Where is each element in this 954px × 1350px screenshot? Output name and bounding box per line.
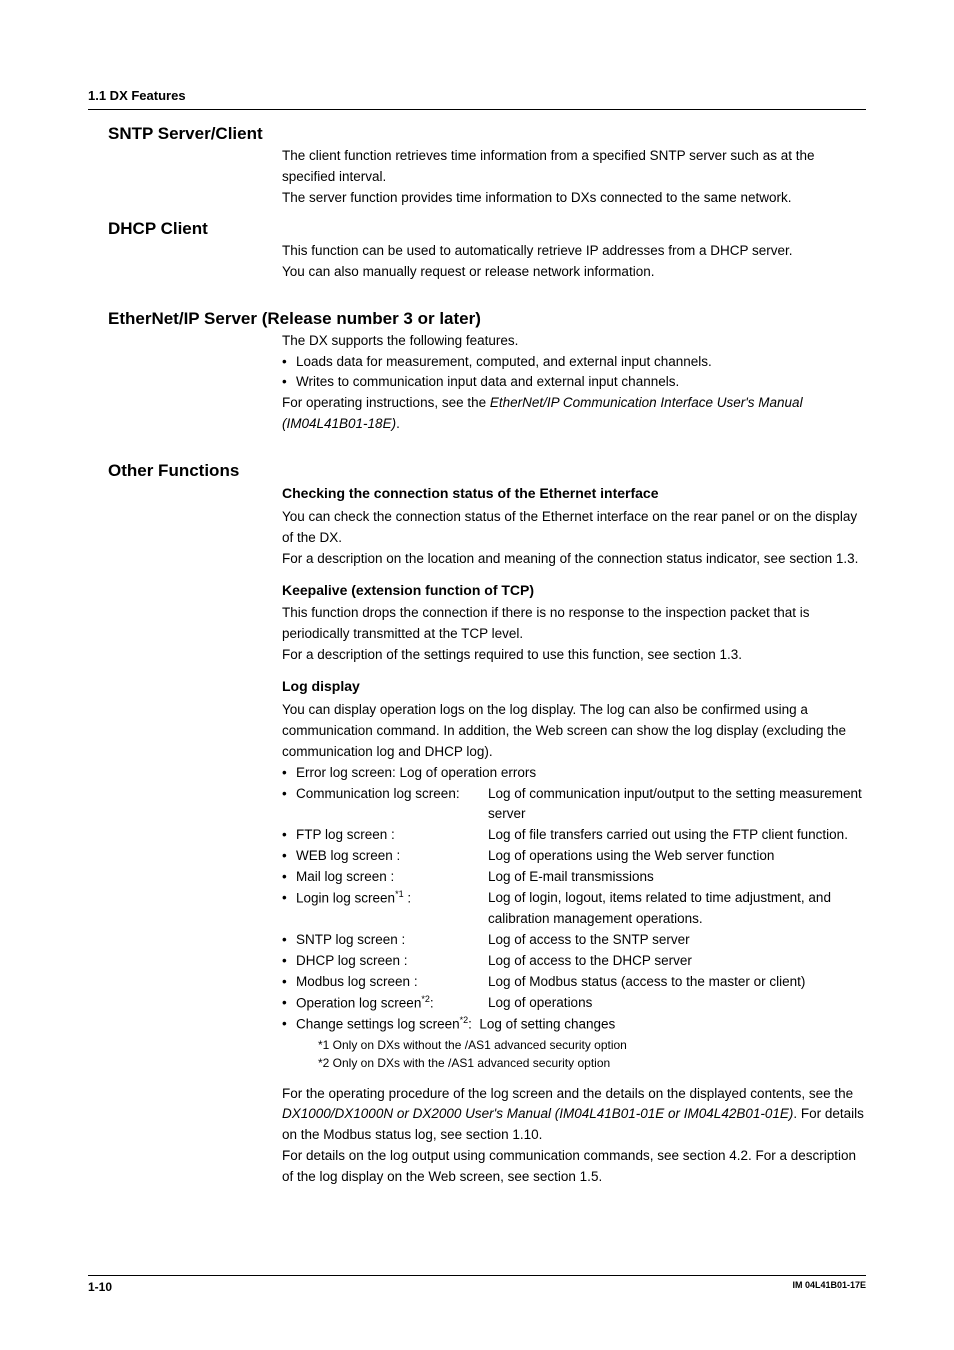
sntp-content: The client function retrieves time infor… — [282, 146, 866, 209]
doc-id: IM 04L41B01-17E — [792, 1280, 866, 1294]
keep-p2: For a description of the settings requir… — [282, 645, 866, 666]
conn-p1: You can check the connection status of t… — [282, 507, 866, 549]
bullet-icon: • — [282, 352, 296, 373]
log-item-sup: *2 — [421, 994, 430, 1004]
bullet-icon: • — [282, 888, 296, 909]
log-item-label: FTP log screen : — [296, 825, 488, 846]
ethernet-note-pre: For operating instructions, see the — [282, 395, 490, 410]
log-item: • Login log screen*1 : Log of login, log… — [282, 888, 866, 930]
log-item: • Communication log screen: Log of commu… — [282, 784, 866, 826]
ethernet-bullet-1: • Loads data for measurement, computed, … — [282, 352, 866, 373]
log-item-desc: Log of operations — [488, 993, 866, 1014]
log-item-label-text: Change settings log screen — [296, 1017, 460, 1032]
other-content: Checking the connection status of the Et… — [282, 483, 866, 1188]
conn-heading: Checking the connection status of the Et… — [282, 483, 866, 505]
log-heading: Log display — [282, 676, 866, 698]
bullet-icon: • — [282, 951, 296, 972]
ethernet-b1-text: Loads data for measurement, computed, an… — [296, 352, 712, 373]
log-item-desc: Log of access to the SNTP server — [488, 930, 866, 951]
footnote-2: *2 Only on DXs with the /AS1 advanced se… — [318, 1054, 866, 1072]
keep-heading: Keepalive (extension function of TCP) — [282, 580, 866, 602]
log-item-desc: Log of E-mail transmissions — [488, 867, 866, 888]
log-item-desc: Log of operations using the Web server f… — [488, 846, 866, 867]
log-p3: For details on the log output using comm… — [282, 1146, 866, 1188]
bullet-icon: • — [282, 763, 296, 784]
conn-p2: For a description on the location and me… — [282, 549, 866, 570]
log-item: • SNTP log screen : Log of access to the… — [282, 930, 866, 951]
page-footer: 1-10 IM 04L41B01-17E — [88, 1275, 866, 1294]
bullet-icon: • — [282, 930, 296, 951]
bullet-icon: • — [282, 784, 296, 805]
log-item: • Change settings log screen*2: Log of s… — [282, 1014, 866, 1035]
keep-p1: This function drops the connection if th… — [282, 603, 866, 645]
ethernet-bullet-2: • Writes to communication input data and… — [282, 372, 866, 393]
log-item-desc: Log of Modbus status (access to the mast… — [488, 972, 866, 993]
log-p2-pre: For the operating procedure of the log s… — [282, 1086, 853, 1101]
ethernet-title: EtherNet/IP Server (Release number 3 or … — [108, 309, 866, 329]
log-item-label: Communication log screen: — [296, 784, 488, 805]
ethernet-intro: The DX supports the following features. — [282, 331, 866, 352]
log-item-desc: Log of file transfers carried out using … — [488, 825, 866, 846]
sntp-p1: The client function retrieves time infor… — [282, 146, 866, 188]
section-label: 1.1 DX Features — [88, 88, 866, 103]
dhcp-title: DHCP Client — [108, 219, 866, 239]
log-item: • Operation log screen*2: Log of operati… — [282, 993, 866, 1014]
log-item-label: Modbus log screen : — [296, 972, 488, 993]
ethernet-content: The DX supports the following features. … — [282, 331, 866, 436]
log-item-label: SNTP log screen : — [296, 930, 488, 951]
other-title: Other Functions — [108, 461, 866, 481]
ethernet-note-post: . — [396, 416, 400, 431]
log-item: • Modbus log screen : Log of Modbus stat… — [282, 972, 866, 993]
sntp-p2: The server function provides time inform… — [282, 188, 866, 209]
header-rule — [88, 109, 866, 110]
sntp-title: SNTP Server/Client — [108, 124, 866, 144]
bullet-icon: • — [282, 972, 296, 993]
log-item: • Mail log screen : Log of E-mail transm… — [282, 867, 866, 888]
log-item-desc: Log of login, logout, items related to t… — [488, 888, 866, 930]
log-item-label-after: : — [404, 891, 412, 906]
bullet-icon: • — [282, 846, 296, 867]
log-item-label-after: : — [430, 995, 434, 1010]
footnote-1: *1 Only on DXs without the /AS1 advanced… — [318, 1036, 866, 1054]
log-item-desc-inline: Log of setting changes — [479, 1017, 615, 1032]
ethernet-b2-text: Writes to communication input data and e… — [296, 372, 679, 393]
log-item-desc: Log of communication input/output to the… — [488, 784, 866, 826]
log-item-label: Operation log screen*2: — [296, 993, 488, 1014]
bullet-icon: • — [282, 993, 296, 1014]
dhcp-p2: You can also manually request or release… — [282, 262, 866, 283]
log-item-label: Login log screen*1 : — [296, 888, 488, 909]
log-item-label: Change settings log screen*2: Log of set… — [296, 1014, 615, 1035]
bullet-icon: • — [282, 1014, 296, 1035]
footer-rule — [88, 1275, 866, 1276]
dhcp-p1: This function can be used to automatical… — [282, 241, 866, 262]
log-p2-em: DX1000/DX1000N or DX2000 User's Manual (… — [282, 1106, 793, 1121]
ethernet-note: For operating instructions, see the Ethe… — [282, 393, 866, 435]
log-item: • FTP log screen : Log of file transfers… — [282, 825, 866, 846]
log-list: • Error log screen: Log of operation err… — [282, 763, 866, 1036]
log-item-label: Mail log screen : — [296, 867, 488, 888]
log-item-label: DHCP log screen : — [296, 951, 488, 972]
bullet-icon: • — [282, 825, 296, 846]
log-item-sup: *1 — [395, 889, 404, 899]
log-item-label: Error log screen: Log of operation error… — [296, 763, 536, 784]
log-item-label-text: Operation log screen — [296, 995, 421, 1010]
page-number: 1-10 — [88, 1280, 112, 1294]
log-item: • Error log screen: Log of operation err… — [282, 763, 866, 784]
log-item: • WEB log screen : Log of operations usi… — [282, 846, 866, 867]
dhcp-content: This function can be used to automatical… — [282, 241, 866, 283]
log-item: • DHCP log screen : Log of access to the… — [282, 951, 866, 972]
bullet-icon: • — [282, 867, 296, 888]
log-item-label-after: : — [468, 1017, 472, 1032]
log-p1: You can display operation logs on the lo… — [282, 700, 866, 763]
log-item-sup: *2 — [460, 1015, 469, 1025]
log-item-desc: Log of access to the DHCP server — [488, 951, 866, 972]
log-item-label: WEB log screen : — [296, 846, 488, 867]
log-p2: For the operating procedure of the log s… — [282, 1084, 866, 1147]
bullet-icon: • — [282, 372, 296, 393]
log-item-label-text: Login log screen — [296, 891, 395, 906]
